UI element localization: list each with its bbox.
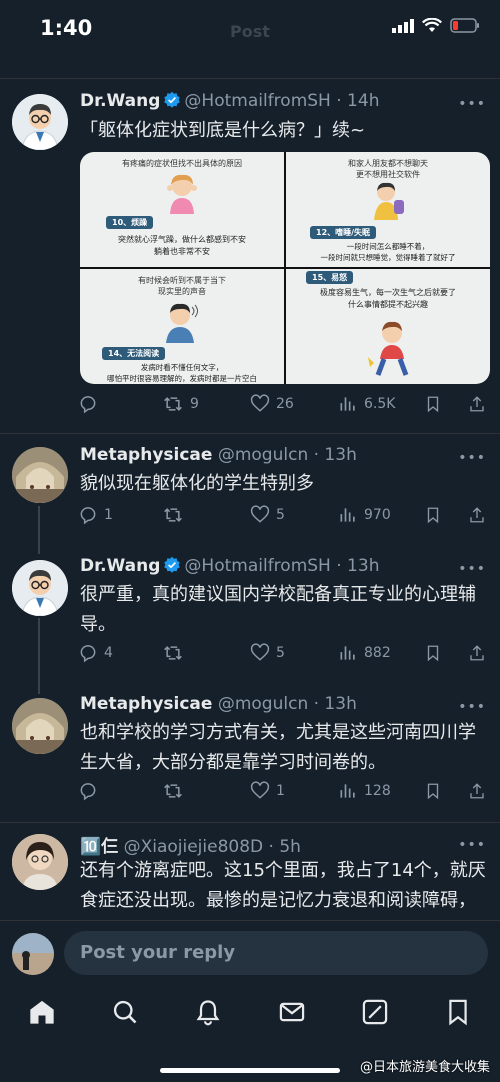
grok-icon (362, 999, 388, 1025)
tweet-text: 还有个游离症吧。这15个里面，我占了14个，就厌食症还没出现。最惨的是记忆力衰退… (80, 860, 486, 911)
tab-bookmarks[interactable] (444, 998, 472, 1030)
reply-bar: Post your reply (0, 920, 500, 987)
my-avatar[interactable] (12, 933, 54, 975)
tweet-5[interactable]: 🔟仨 @Xiaojiejie808D · 5h ••• 还有个游离症吧。这15个… (0, 0, 500, 920)
watermark: @日本旅游美食大收集 (359, 1060, 490, 1075)
beach-avatar-icon (12, 933, 54, 975)
tab-messages[interactable] (278, 998, 306, 1030)
bell-icon (196, 1000, 220, 1026)
search-icon (113, 1000, 137, 1024)
reply-placeholder: Post your reply (80, 942, 236, 963)
home-indicator (160, 1068, 340, 1073)
author-name[interactable]: 🔟仨 (80, 837, 118, 857)
tab-notifications[interactable] (194, 998, 222, 1030)
home-icon (30, 1000, 54, 1024)
post-time[interactable]: · 5h (269, 837, 301, 857)
reply-input[interactable]: Post your reply (64, 931, 488, 975)
author-handle[interactable]: @Xiaojiejie808D (124, 837, 264, 857)
mail-icon (279, 1002, 305, 1022)
tab-home[interactable] (28, 998, 56, 1030)
tweet-header: 🔟仨 @Xiaojiejie808D · 5h (80, 832, 301, 857)
bookmark-icon (449, 999, 467, 1026)
more-options-icon[interactable]: ••• (458, 837, 486, 853)
avatar[interactable] (12, 834, 68, 890)
tab-grok[interactable] (361, 998, 389, 1030)
person-avatar-icon (12, 834, 68, 890)
tab-search[interactable] (111, 998, 139, 1030)
